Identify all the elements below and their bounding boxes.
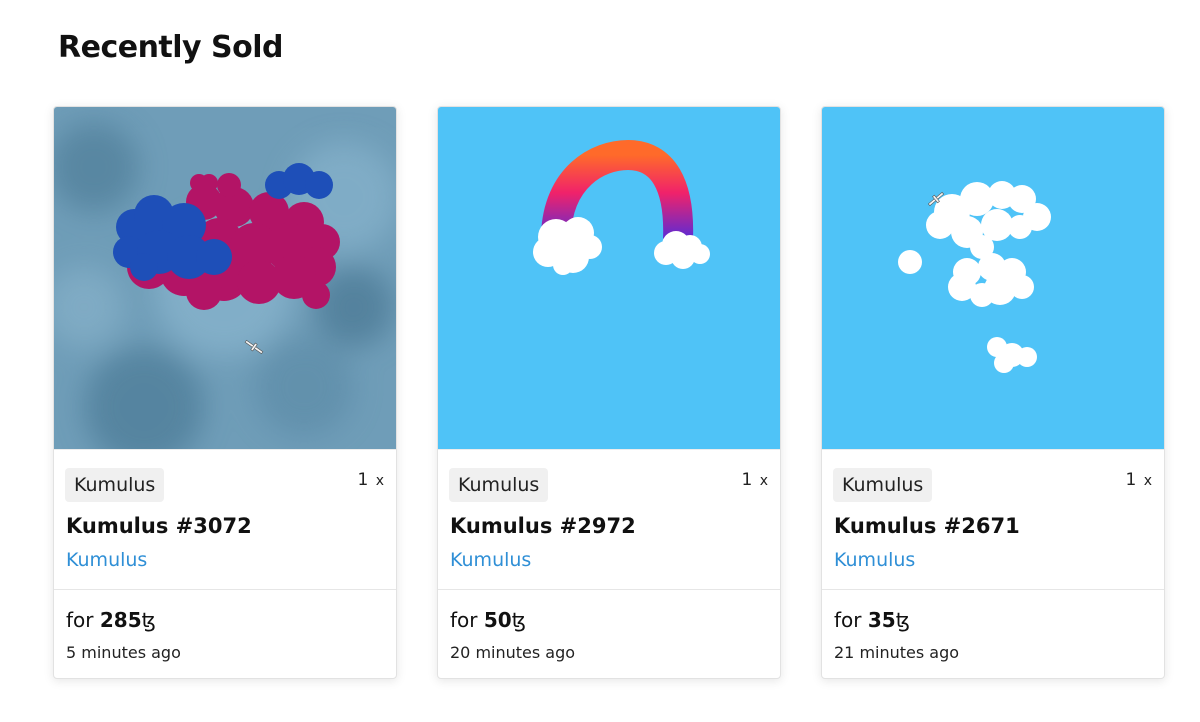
quantity-badge: 1 x [357,470,384,490]
tez-currency-icon: ꜩ [511,608,526,632]
collection-link[interactable]: Kumulus [834,549,915,571]
collection-link[interactable]: Kumulus [450,549,531,571]
quantity-badge: 1 x [1125,470,1152,490]
collection-link[interactable]: Kumulus [66,549,147,571]
artwork-image[interactable] [822,107,1164,449]
sale-time: 5 minutes ago [66,643,181,662]
price-prefix: for [834,608,862,632]
tez-currency-icon: ꜩ [895,608,910,632]
collection-tag[interactable]: Kumulus [449,468,549,502]
quantity-suffix: x [1143,473,1152,489]
sold-card[interactable]: Kumulus 1 x Kumulus #2972 Kumulus for 50… [437,106,781,679]
card-body: Kumulus 1 x Kumulus #2972 Kumulus [438,449,780,589]
price-value: 285 [99,608,142,632]
quantity-suffix: x [759,473,768,489]
price-prefix: for [450,608,478,632]
price-value: 35 [867,608,896,632]
card-body: Kumulus 1 x Kumulus #2671 Kumulus [822,449,1164,589]
collection-tag[interactable]: Kumulus [833,468,933,502]
sold-card[interactable]: Kumulus 1 x Kumulus #2671 Kumulus for 35… [821,106,1165,679]
price-value: 50 [483,608,512,632]
sale-time: 20 minutes ago [450,643,576,662]
card-footer: for 35ꜩ 21 minutes ago [822,589,1164,678]
sold-card[interactable]: Kumulus 1 x Kumulus #3072 Kumulus for 28… [53,106,397,679]
token-name[interactable]: Kumulus #2671 [834,514,1020,538]
quantity-suffix: x [375,473,384,489]
token-name[interactable]: Kumulus #3072 [66,514,252,538]
sale-time: 21 minutes ago [834,643,960,662]
card-footer: for 50ꜩ 20 minutes ago [438,589,780,678]
sale-price: for 50ꜩ [450,608,526,632]
tez-currency-icon: ꜩ [141,608,156,632]
token-name[interactable]: Kumulus #2972 [450,514,636,538]
section-title: Recently Sold [58,30,284,65]
quantity-value: 1 [357,470,369,490]
price-prefix: for [66,608,94,632]
quantity-badge: 1 x [741,470,768,490]
quantity-value: 1 [741,470,753,490]
sale-price: for 35ꜩ [834,608,910,632]
card-footer: for 285ꜩ 5 minutes ago [54,589,396,678]
artwork-image[interactable] [438,107,780,449]
sale-price: for 285ꜩ [66,608,156,632]
artwork-image[interactable] [54,107,396,449]
collection-tag[interactable]: Kumulus [65,468,165,502]
quantity-value: 1 [1125,470,1137,490]
card-body: Kumulus 1 x Kumulus #3072 Kumulus [54,449,396,589]
